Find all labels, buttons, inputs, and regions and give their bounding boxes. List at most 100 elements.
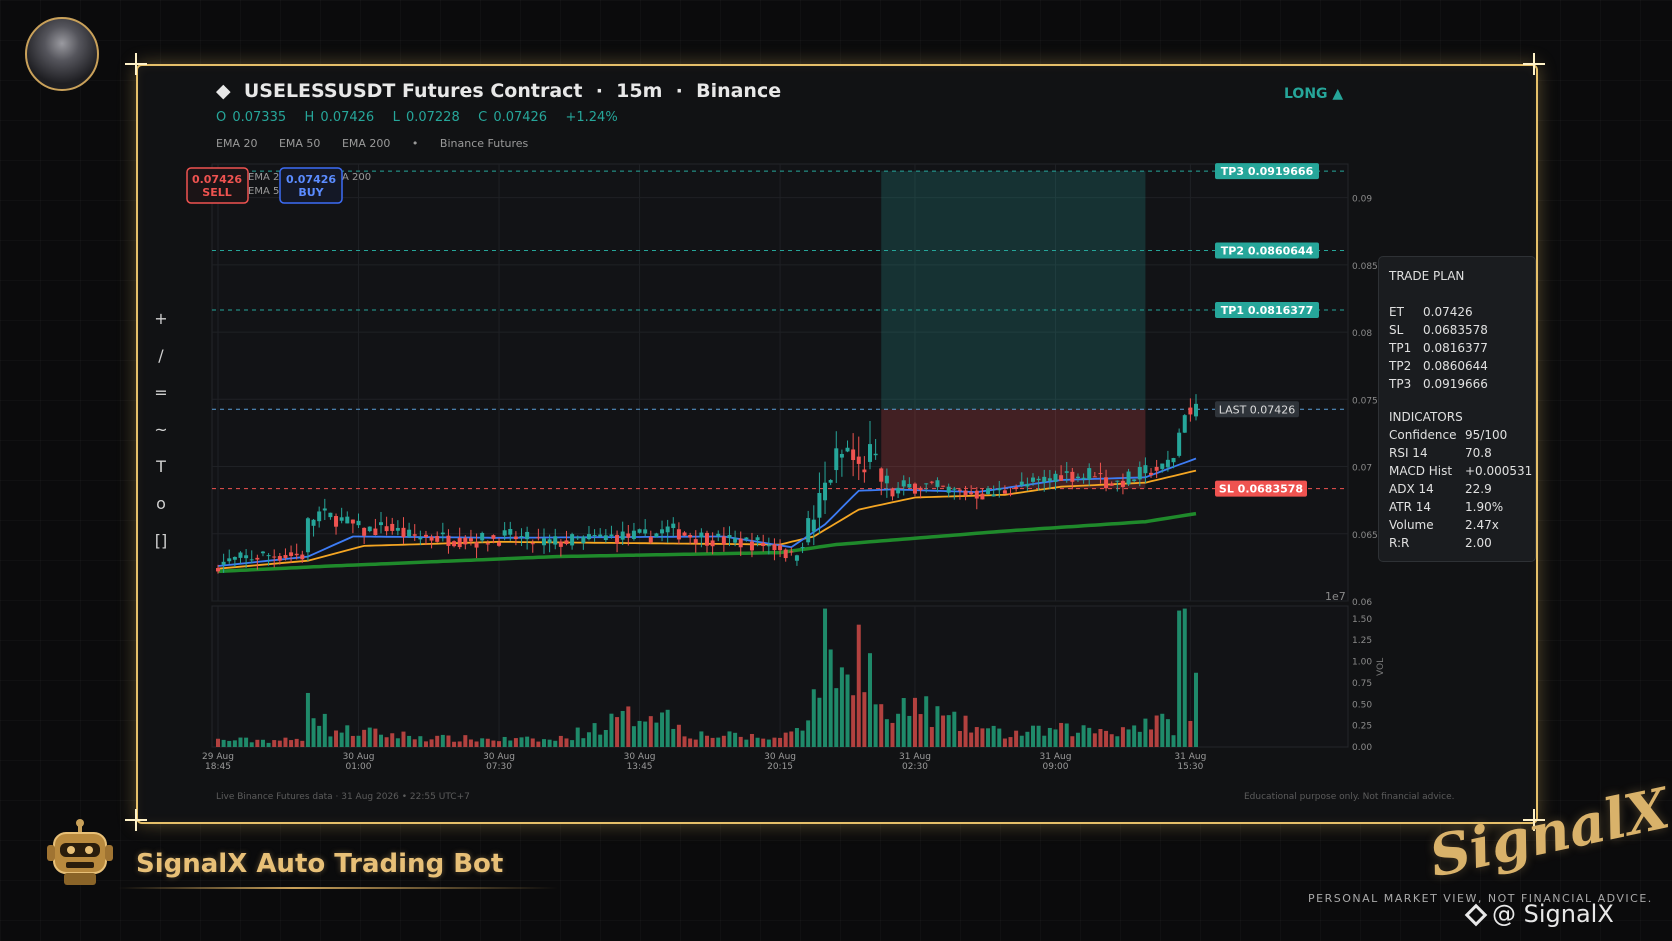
- candle-body: [620, 531, 625, 540]
- volume-bar: [873, 704, 878, 747]
- volume-bar: [1177, 610, 1182, 747]
- candle-body: [485, 543, 490, 545]
- volume-axis-label: VOL: [1376, 658, 1386, 676]
- volume-bar: [1059, 722, 1064, 747]
- candle-body: [794, 555, 799, 561]
- candle-body: [800, 547, 805, 549]
- buy-button[interactable]: 0.07426 BUY: [279, 167, 343, 204]
- candle-body: [491, 535, 496, 539]
- volume-bar: [1182, 608, 1187, 747]
- volume-bar: [772, 737, 777, 747]
- volume-bar: [980, 728, 985, 747]
- volume-bar: [1081, 725, 1086, 747]
- volume-bar: [435, 735, 440, 747]
- volume-bar: [823, 608, 828, 747]
- volume-bar: [868, 653, 872, 747]
- volume-bar: [834, 688, 839, 747]
- volume-bar: [935, 706, 940, 747]
- volume-bar: [547, 739, 552, 747]
- candle-body: [660, 529, 665, 534]
- indicator-key: MACD Hist: [1389, 464, 1453, 478]
- candle-body: [688, 535, 693, 538]
- volume-bar: [817, 697, 822, 747]
- indicator-row: R:R 2.00: [1389, 534, 1535, 552]
- volume-bar: [688, 738, 693, 747]
- candle-body: [1036, 478, 1041, 481]
- volume-bar: [946, 715, 951, 747]
- tp2-level-label: TP2 0.0860644: [1221, 245, 1314, 258]
- trade-plan-row: TP2 0.0860644: [1389, 357, 1535, 375]
- trade-plan-key: SL: [1389, 323, 1404, 337]
- volume-bar: [289, 740, 294, 747]
- candle-body: [305, 518, 310, 553]
- volume-bar: [997, 728, 1002, 747]
- volume-bar: [350, 735, 355, 747]
- volume-bar: [1154, 715, 1159, 747]
- signalx-handle[interactable]: @ SignalX: [1464, 900, 1614, 928]
- candle-body: [823, 482, 828, 501]
- candle-body: [390, 523, 395, 531]
- volume-bar: [907, 715, 912, 747]
- volume-bar: [1194, 672, 1198, 747]
- candle-body: [744, 537, 749, 540]
- volume-bar: [738, 736, 743, 747]
- volume-bar: [412, 739, 417, 747]
- candle-body: [1194, 403, 1198, 417]
- trade-plan-panel: TRADE PLAN ET 0.07426 SL 0.0683578 TP1 0.0816…: [1378, 256, 1536, 562]
- candle-body: [564, 540, 569, 545]
- candle-body: [676, 529, 681, 540]
- volume-bar: [272, 740, 277, 747]
- volume-bar: [986, 728, 991, 747]
- indicator-key: R:R: [1389, 536, 1410, 550]
- candle-body: [350, 519, 355, 524]
- volume-bar: [884, 719, 889, 747]
- candle-body: [980, 493, 985, 500]
- volume-bar: [879, 704, 884, 747]
- volume-bar: [581, 738, 586, 747]
- volume-bar: [311, 718, 316, 747]
- candle-body: [260, 551, 265, 554]
- volume-bar: [277, 740, 282, 747]
- volume-bar: [1036, 725, 1041, 747]
- candle-body: [592, 535, 597, 537]
- time-tick-date: 30 Aug: [343, 752, 375, 762]
- volume-bar: [974, 727, 979, 747]
- candle-body: [1126, 471, 1131, 485]
- candle-body: [986, 488, 991, 494]
- trade-plan-value: 0.0919666: [1423, 377, 1488, 391]
- volume-bar: [592, 723, 597, 747]
- time-tick-time: 15:30: [1177, 762, 1203, 772]
- time-tick-date: 30 Aug: [483, 752, 515, 762]
- candle-body: [255, 557, 260, 560]
- legend-fragment-ema50: EMA 5: [248, 186, 279, 197]
- sell-button[interactable]: 0.07426 SELL: [186, 167, 249, 204]
- candle-body: [856, 456, 861, 464]
- volume-bar: [969, 732, 974, 747]
- volume-bar: [693, 739, 698, 747]
- candle-body: [1177, 432, 1182, 456]
- volume-bar: [761, 738, 766, 747]
- volume-bar: [1126, 729, 1131, 747]
- indicator-key: ATR 14: [1389, 500, 1432, 514]
- candle-body: [952, 488, 957, 490]
- indicator-value: +0.000531: [1465, 464, 1533, 478]
- candle-body: [238, 552, 243, 558]
- indicator-key: Volume: [1389, 518, 1434, 532]
- volume-bar: [519, 737, 524, 747]
- volume-bar: [1165, 719, 1170, 747]
- volume-bar: [1019, 735, 1024, 747]
- volume-bar: [221, 739, 226, 747]
- candle-body: [311, 519, 316, 526]
- candle-body: [615, 534, 620, 544]
- candle-body: [890, 488, 895, 497]
- volume-bar: [626, 706, 631, 747]
- time-tick-date: 30 Aug: [764, 752, 796, 762]
- volume-bar: [637, 720, 642, 747]
- price-offset-label: 1e7: [1325, 590, 1346, 603]
- volume-bar: [328, 736, 333, 747]
- bot-underline: [118, 887, 558, 889]
- candle-body: [862, 469, 867, 473]
- volume-bar: [1143, 718, 1148, 747]
- tp1-level-label: TP1 0.0816377: [1221, 304, 1313, 317]
- volume-bar: [660, 712, 665, 747]
